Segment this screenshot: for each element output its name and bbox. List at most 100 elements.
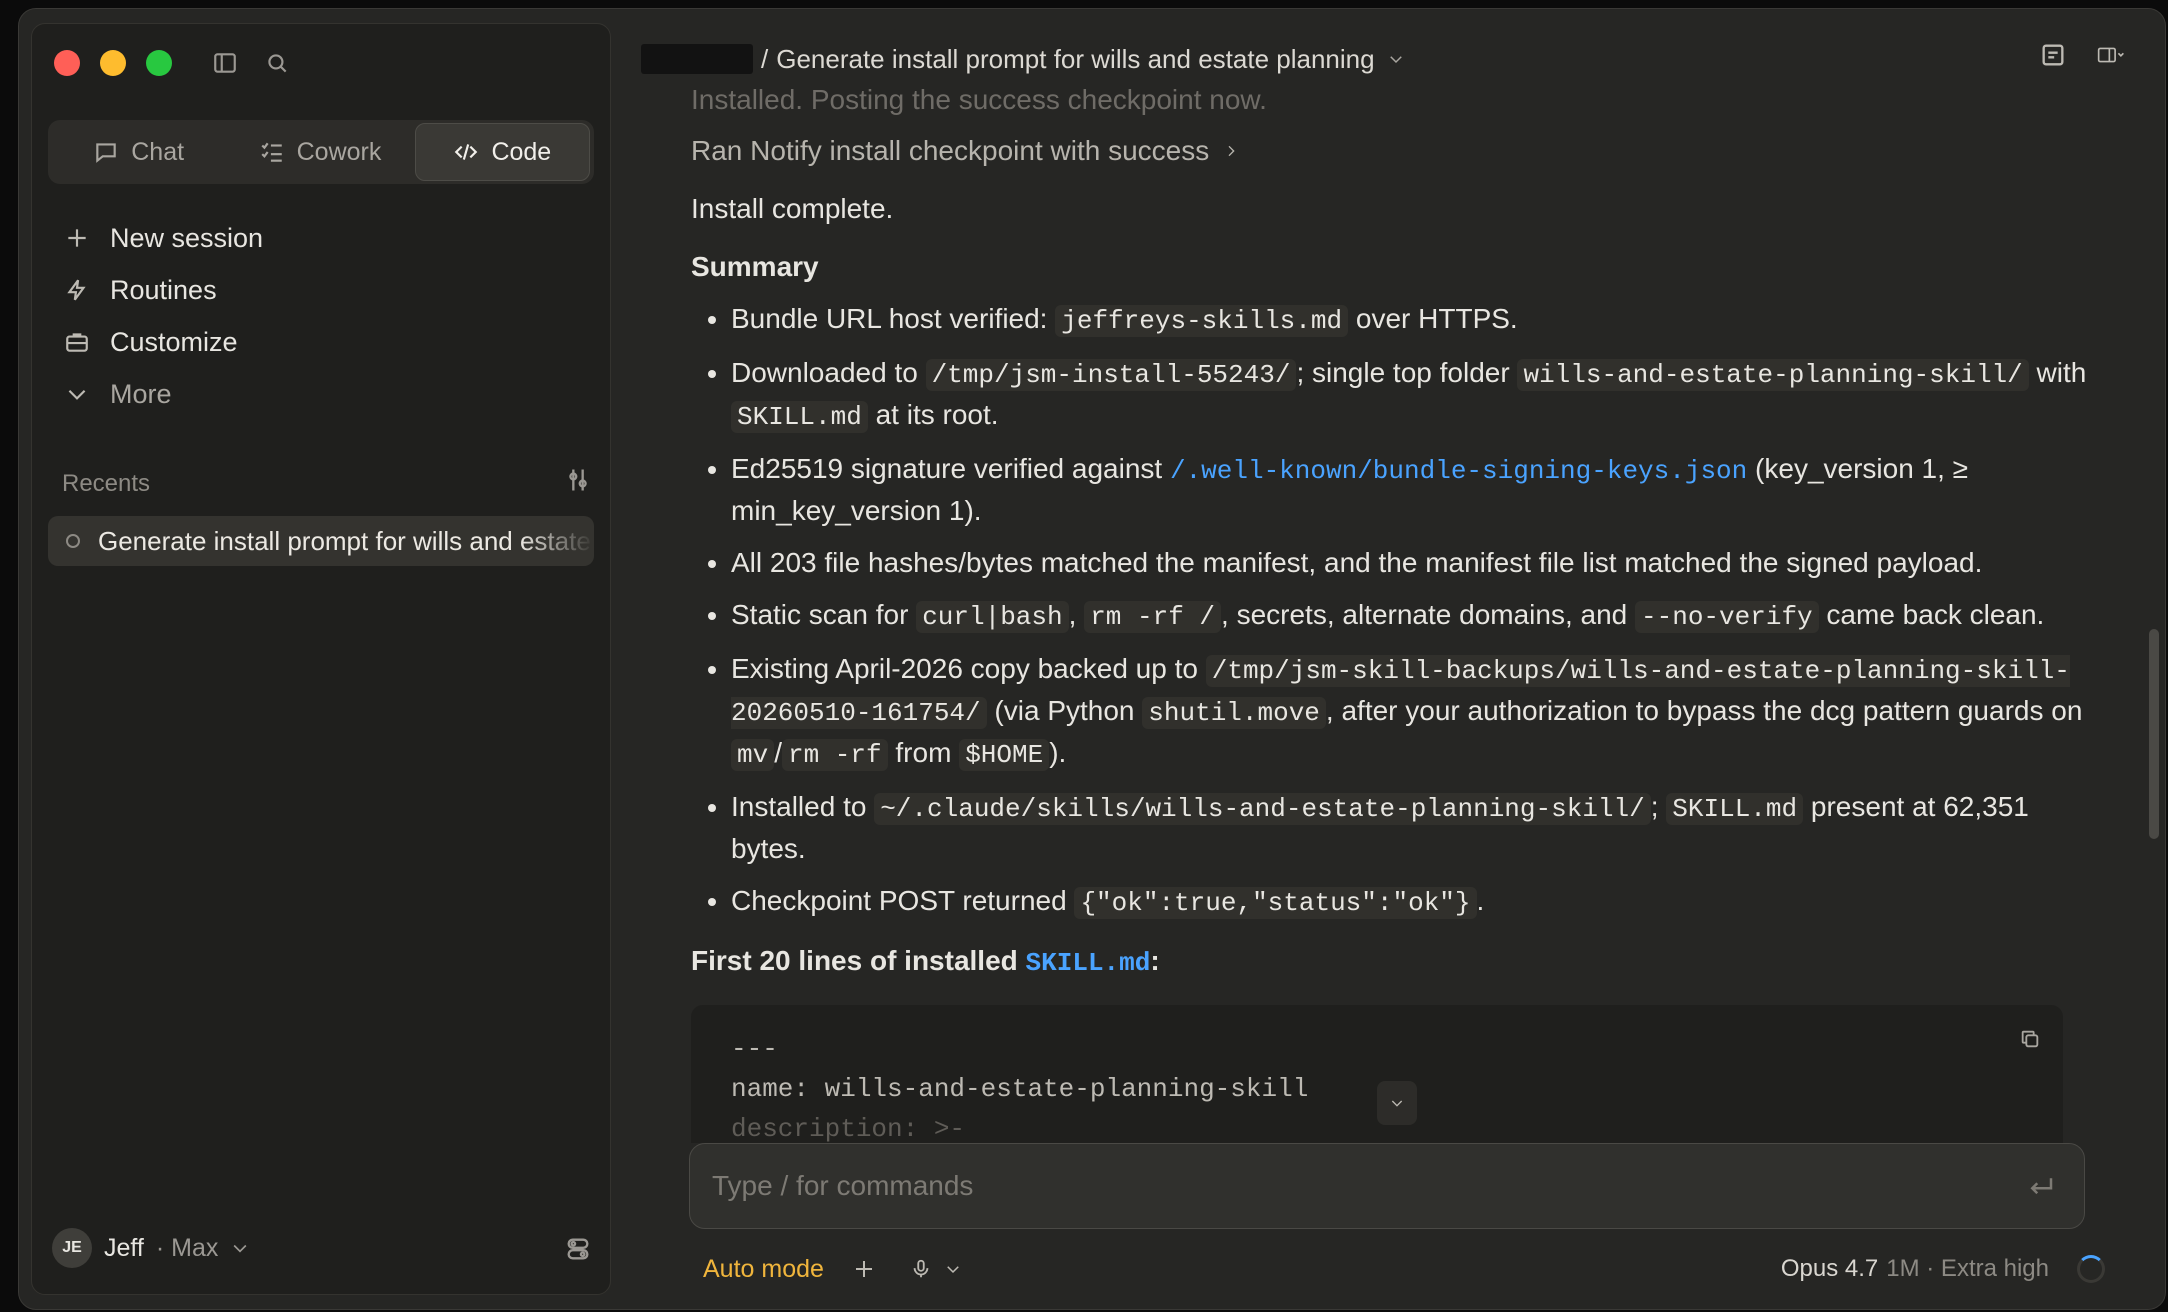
chevron-down-icon (1391, 1100, 1403, 1107)
text: over HTTPS. (1348, 303, 1518, 334)
summary-list: Bundle URL host verified: jeffreys-skill… (691, 299, 2091, 923)
text: at its root. (867, 399, 999, 430)
mode-tab-chat[interactable]: Chat (52, 124, 225, 180)
inline-code: rm -rf / (1084, 601, 1222, 633)
inline-code: shutil.move (1142, 697, 1326, 729)
code-icon (455, 144, 478, 160)
enter-icon[interactable] (2026, 1172, 2056, 1207)
recents-label: Recents (62, 469, 151, 497)
list-item: Existing April-2026 copy backed up to /t… (731, 649, 2091, 775)
document-icon[interactable] (2039, 41, 2067, 74)
list-item: Checkpoint POST returned {"ok":true,"sta… (731, 881, 2091, 923)
microphone-icon[interactable] (910, 1258, 932, 1280)
checklist-icon (261, 142, 282, 162)
list-item: Static scan for curl|bash, rm -rf /, sec… (731, 595, 2091, 637)
scrollbar[interactable] (2149, 629, 2159, 839)
sidebar-toggle-icon[interactable] (210, 48, 240, 78)
chevron-down-icon[interactable] (1387, 50, 1405, 68)
text: First 20 lines of installed (691, 945, 1026, 976)
search-icon[interactable] (262, 48, 292, 78)
inline-code-link[interactable]: /.well-known/bundle-signing-keys.json (1170, 456, 1747, 486)
inline-code: wills-and-estate-planning-skill/ (1517, 359, 2029, 391)
text: came back clean. (1818, 599, 2045, 630)
recents-header: Recents (62, 466, 592, 501)
inline-code: SKILL.md (731, 401, 868, 433)
inline-code-link[interactable]: SKILL.md (1026, 948, 1151, 978)
chevron-down-icon (68, 389, 86, 400)
user-menu[interactable]: JE Jeff · Max (52, 1228, 250, 1268)
mode-label: Code (491, 137, 552, 166)
text: All 203 file hashes/bytes matched the ma… (731, 547, 1983, 578)
filter-icon[interactable] (564, 466, 592, 501)
chevron-down-icon (233, 1244, 247, 1253)
text: (via Python (986, 695, 1143, 726)
close-window-button[interactable] (54, 50, 80, 76)
maximize-window-button[interactable] (146, 50, 172, 76)
model-name: Opus 4.7 (1780, 1255, 1879, 1282)
text: Checkpoint POST returned (731, 885, 1075, 916)
settings-toggle-icon[interactable] (564, 1235, 592, 1268)
plus-icon (68, 229, 86, 247)
composer-footer: Auto mode Opus 4.7 1M · Extra high (703, 1249, 2105, 1289)
panel-layout-icon[interactable] (2097, 41, 2125, 74)
summary-heading: Summary (691, 251, 819, 282)
inline-code: mv (731, 739, 775, 771)
copy-icon[interactable] (2019, 1023, 2041, 1063)
text: Downloaded to (731, 357, 926, 388)
model-meta: 1M · Extra high (1886, 1255, 2049, 1282)
text: Bundle URL host verified: (731, 303, 1056, 334)
previous-message-text: Installed. Posting the success checkpoin… (691, 85, 1267, 115)
text: from (887, 737, 960, 768)
sidebar-item-routines[interactable]: Routines (48, 264, 594, 316)
text: Installed to (731, 791, 875, 822)
command-input[interactable] (710, 1169, 1994, 1203)
recent-session-item[interactable]: Generate install prompt for wills and es… (48, 516, 594, 566)
sidebar-nav: New session Routines Customize More (48, 212, 594, 420)
model-selector[interactable]: Opus 4.7 1M · Extra high (1781, 1249, 2105, 1289)
bolt-icon (67, 279, 86, 301)
tool-call-summary[interactable]: Ran Notify install checkpoint with succe… (691, 131, 2091, 171)
sidebar-item-new-session[interactable]: New session (48, 212, 594, 264)
inline-code: $HOME (959, 739, 1050, 771)
text: / (774, 737, 782, 768)
sidebar-item-label: More (110, 378, 172, 409)
loading-spinner-icon (2077, 1255, 2105, 1283)
mode-tab-code[interactable]: Code (414, 123, 590, 181)
text: Existing April-2026 copy backed up to (731, 653, 1206, 684)
sidebar-item-label: New session (110, 222, 264, 253)
inline-code: --no-verify (1635, 601, 1819, 633)
text: : (1150, 945, 1160, 976)
expand-code-button[interactable] (1377, 1081, 1417, 1125)
text: with (2028, 357, 2087, 388)
code-block: --- name: wills-and-estate-planning-skil… (691, 1005, 2063, 1143)
tool-call-label: Ran Notify install checkpoint with succe… (691, 135, 1210, 166)
avatar: JE (52, 1228, 92, 1268)
header-actions (2039, 41, 2125, 74)
recent-session-label: Generate install prompt for wills and es… (98, 525, 594, 556)
inline-code: curl|bash (916, 601, 1069, 633)
inline-code: ~/.claude/skills/wills-and-estate-planni… (874, 793, 1651, 825)
sidebar-item-label: Routines (110, 274, 217, 305)
section-heading: First 20 lines of installed SKILL.md: (691, 941, 2091, 983)
chevron-right-icon (1228, 145, 1235, 157)
add-icon[interactable] (852, 1257, 876, 1281)
text: ; (1650, 791, 1667, 822)
sidebar: Chat Cowork Code New session Routines Cu… (31, 23, 611, 1295)
mode-tab-cowork[interactable]: Cowork (233, 124, 406, 180)
redacted-project-name (641, 44, 753, 74)
mode-label: Cowork (296, 137, 382, 166)
sidebar-item-label: Customize (110, 326, 238, 357)
auto-mode-button[interactable]: Auto mode (703, 1255, 824, 1284)
sidebar-top-icons (210, 48, 292, 78)
page-title[interactable]: Generate install prompt for wills and es… (776, 44, 1374, 75)
list-item: All 203 file hashes/bytes matched the ma… (731, 543, 2091, 583)
sidebar-item-customize[interactable]: Customize (48, 316, 594, 368)
user-name: Jeff (104, 1233, 144, 1262)
minimize-window-button[interactable] (100, 50, 126, 76)
sidebar-item-more[interactable]: More (48, 368, 594, 420)
text: , (1068, 599, 1085, 630)
inline-code: rm -rf (782, 739, 888, 771)
user-plan: · Max (155, 1233, 219, 1262)
chevron-down-icon[interactable] (944, 1260, 962, 1278)
inline-code: /tmp/jsm-install-55243/ (925, 359, 1297, 391)
